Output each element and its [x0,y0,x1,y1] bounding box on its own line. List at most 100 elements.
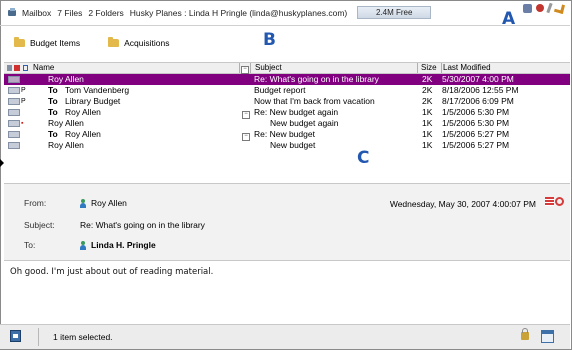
message-row[interactable]: ▪ Roy Allen New budget again 1K 1/5/2006… [4,118,570,129]
message-list: Roy Allen Re: What's going on in the lib… [4,74,570,151]
status-divider [38,328,39,346]
message-subject: Re: New budget again [254,107,339,117]
recipient-name: Tom Vandenberg [65,85,130,95]
contact-icon [80,240,86,250]
folder-count: 2 Folders [88,7,124,18]
callout-a: A [502,9,516,29]
from-value[interactable]: Roy Allen [80,198,127,208]
envelope-icon [8,98,20,105]
flag-column-icon[interactable] [14,65,20,71]
message-row[interactable]: To Roy Allen − Re: New budget 1K 1/5/200… [4,129,570,141]
envelope-icon [8,109,20,116]
message-subject: New budget again [270,118,339,128]
collapse-icon: − [241,66,249,74]
red-flag-icon: ▪ [21,120,24,127]
message-header: From: Roy Allen Wednesday, May 30, 2007 … [4,183,570,261]
to-prefix: To [48,129,58,139]
sender-name: Roy Allen [48,118,84,128]
thread-toggle[interactable]: − [240,63,251,74]
status-icon [555,197,564,206]
message-row[interactable]: Roy Allen New budget 1K 1/5/2006 5:27 PM [4,140,570,151]
folder-label: Acquisitions [124,38,170,48]
to-value[interactable]: Linda H. Pringle [80,240,156,250]
envelope-icon [8,87,20,94]
callout-b: B [263,30,276,50]
sender-name: Roy Allen [48,74,84,84]
free-space-meter: 2.4M Free [357,6,432,19]
topbar-divider [0,25,570,26]
pen-icon[interactable] [546,2,553,14]
message-date: 1/5/2006 5:30 PM [442,118,510,128]
message-subject: Re: What's going on in the library [254,74,379,84]
message-subject: Budget report [254,85,306,95]
folder-acquisitions[interactable]: Acquisitions [108,37,170,48]
lock-icon[interactable] [521,328,529,340]
message-row[interactable]: Roy Allen Re: What's going on in the lib… [4,74,570,85]
account-user: Husky Planes : Linda H Pringle (linda@hu… [129,7,348,18]
flag-indicator: P [21,87,26,94]
message-list-header: Name − Subject Size Last Modified [4,62,570,74]
message-subject: New budget [270,140,316,150]
from-name: Roy Allen [91,198,127,208]
message-body[interactable]: Oh good. I'm just about out of reading m… [10,267,213,277]
file-count: 7 Files [57,7,83,18]
message-row[interactable]: P To Library Budget Now that I'm back fr… [4,96,570,107]
mail-window [0,0,572,350]
message-subject: Re: New budget [254,129,315,139]
column-size[interactable]: Size [418,63,442,73]
folder-budget-items[interactable]: Budget Items [14,37,81,48]
folder-bar: Budget Items Acquisitions [14,35,169,51]
column-subject[interactable]: Subject [252,63,418,73]
mailbox-icon [7,7,18,18]
message-size: 1K [422,140,433,150]
contact-icon [80,198,86,208]
message-size: 2K [422,96,433,106]
key-icon[interactable] [553,2,566,14]
message-date: 1/5/2006 5:27 PM [442,140,510,150]
message-row[interactable]: P To Tom Vandenberg Budget report 2K 8/1… [4,85,570,96]
message-row[interactable]: To Roy Allen − Re: New budget again 1K 1… [4,107,570,119]
to-prefix: To [48,96,58,106]
folder-label: Budget Items [30,38,81,48]
message-date: 8/17/2006 6:09 PM [442,96,514,106]
window-icon[interactable] [523,3,532,13]
message-date: 5/30/2007 4:00 PM [442,74,514,84]
toolbar-icons [523,2,566,14]
message-subject: Now that I'm back from vacation [254,96,375,106]
message-size: 1K [422,107,433,117]
column-name[interactable]: Name [30,63,240,73]
mailbox-window-icon[interactable] [10,330,21,342]
to-name: Linda H. Pringle [91,240,156,250]
column-modified[interactable]: Last Modified [441,63,491,73]
envelope-icon [8,142,20,149]
to-label: To: [24,240,36,250]
mailbox-info-bar: Mailbox 7 Files 2 Folders Husky Planes :… [4,4,564,21]
callout-c: C [357,148,370,168]
message-size: 2K [422,74,433,84]
status-text: 1 item selected. [53,332,113,342]
splitter-pointer-icon [0,159,4,167]
message-date: 1/5/2006 5:27 PM [442,129,510,139]
folder-icon [108,37,120,47]
subject-label: Subject: [24,220,55,230]
flag-icon[interactable] [536,4,544,12]
subject-value: Re: What's going on in the library [80,220,205,230]
folder-icon [14,37,25,47]
envelope-icon [8,131,20,138]
message-date-full: Wednesday, May 30, 2007 4:00:07 PM [389,199,536,209]
message-date: 8/18/2006 12:55 PM [442,85,519,95]
flag-indicator: P [21,98,26,105]
header-icons [545,197,564,206]
sender-name: Roy Allen [48,140,84,150]
attachment-column-icon[interactable] [23,65,28,71]
calendar-icon[interactable] [541,330,554,343]
message-size: 1K [422,129,433,139]
type-column-icon[interactable] [7,65,12,71]
from-label: From: [24,198,47,208]
envelope-icon [8,76,20,83]
mailbox-label: Mailbox [22,7,52,18]
to-prefix: To [48,85,58,95]
message-size: 1K [422,118,433,128]
recipient-name: Roy Allen [65,107,101,117]
to-prefix: To [48,107,58,117]
